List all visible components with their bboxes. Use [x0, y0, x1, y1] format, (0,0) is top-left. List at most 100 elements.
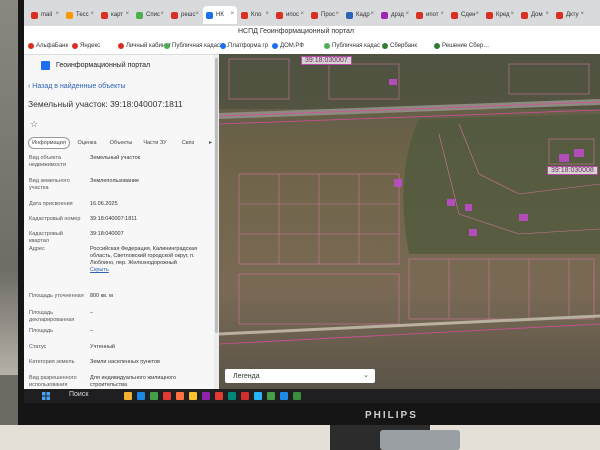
address-text[interactable]: НСПД Геоинформационный портал	[238, 28, 354, 35]
browser-tab[interactable]: mail ×	[28, 6, 62, 24]
taskbar-app-icon[interactable]	[293, 392, 301, 400]
tab-label[interactable]: Спис	[146, 12, 160, 18]
bookmark-label[interactable]: АльфаБанк	[36, 43, 68, 49]
tab-label[interactable]: Прос	[321, 12, 335, 18]
taskbar-app-icon[interactable]	[176, 392, 184, 400]
bookmark-item[interactable]: Публичная кадас	[324, 43, 380, 49]
bookmark-label[interactable]: Платформа гр	[228, 43, 268, 49]
close-icon[interactable]: ×	[300, 11, 304, 17]
browser-tab[interactable]: Тесс ×	[63, 6, 97, 24]
address-bar[interactable]: НСПД Геоинформационный портал	[24, 26, 600, 40]
bookmark-item[interactable]: Платформа гр	[220, 43, 268, 49]
taskbar-app-icon[interactable]	[215, 392, 223, 400]
browser-tab[interactable]: Кло ×	[238, 6, 272, 24]
tabs-more-icon[interactable]: ▸	[209, 139, 212, 146]
panel-tab[interactable]: Оценка	[72, 137, 102, 149]
tab-label[interactable]: Тесс	[76, 12, 89, 18]
panel-tab[interactable]: Связ	[174, 137, 202, 149]
bookmark-item[interactable]: Сбербанк	[382, 43, 417, 49]
tab-label[interactable]: Кред	[496, 12, 510, 18]
browser-tab[interactable]: ипос ×	[273, 6, 307, 24]
taskbar-app-icon[interactable]	[163, 392, 171, 400]
satellite-map[interactable]	[219, 54, 600, 389]
bookmark-label[interactable]: Публичная кадас	[332, 43, 380, 49]
chevron-down-icon[interactable]: ⌄	[363, 371, 369, 379]
close-icon[interactable]: ×	[55, 11, 59, 17]
tab-label[interactable]: ипос	[286, 12, 299, 18]
legend-dropdown[interactable]: Легенда ⌄	[225, 369, 375, 383]
taskbar-app-icon[interactable]	[254, 392, 262, 400]
browser-tab[interactable]: Прос ×	[308, 6, 342, 24]
taskbar-search[interactable]: Поиск	[69, 391, 88, 398]
tab-label[interactable]: Дкту	[566, 12, 579, 18]
tab-label[interactable]: карт	[111, 12, 123, 18]
close-icon[interactable]: ×	[440, 11, 444, 17]
collapse-link[interactable]: Скрыть	[90, 267, 109, 273]
bookmark-item[interactable]: Решение Сбер…	[434, 43, 489, 49]
bookmark-item[interactable]: АльфаБанк	[28, 43, 68, 49]
browser-tab[interactable]: решс ×	[168, 6, 202, 24]
browser-tab[interactable]: Кред ×	[483, 6, 517, 24]
browser-tab[interactable]: карт ×	[98, 6, 132, 24]
bookmark-item[interactable]: Яндекс	[72, 43, 100, 49]
favorite-star-icon[interactable]: ☆	[30, 119, 38, 130]
close-icon[interactable]: ×	[405, 11, 409, 17]
close-icon[interactable]: ×	[545, 11, 549, 17]
browser-tab[interactable]: Дкту ×	[553, 6, 587, 24]
close-icon[interactable]: ×	[475, 11, 479, 17]
bookmark-label[interactable]: ДОМ.РФ	[280, 43, 304, 49]
tab-label[interactable]: mail	[41, 12, 52, 18]
portal-title: Геоинформационный портал	[56, 61, 151, 69]
close-icon[interactable]: ×	[160, 11, 164, 17]
tab-label[interactable]: Сден	[461, 12, 475, 18]
tab-label[interactable]: дрзд	[391, 12, 404, 18]
scrollbar-thumb[interactable]	[215, 58, 218, 333]
close-icon[interactable]: ×	[580, 11, 584, 17]
bookmark-item[interactable]: ДОМ.РФ	[272, 43, 304, 49]
panel-tab[interactable]: Информация	[28, 137, 70, 149]
taskbar-app-icon[interactable]	[137, 392, 145, 400]
browser-tab[interactable]: Кадр ×	[343, 6, 377, 24]
back-link-label[interactable]: Назад в найденные объекты	[32, 83, 125, 90]
tab-label[interactable]: ипот	[426, 12, 439, 18]
browser-tab[interactable]: Сден ×	[448, 6, 482, 24]
taskbar-app-icon[interactable]	[189, 392, 197, 400]
panel-tab[interactable]: Объекты	[106, 137, 136, 149]
close-icon[interactable]: ×	[265, 11, 269, 17]
panel-tab[interactable]: Части ЗУ	[138, 137, 172, 149]
browser-tab[interactable]: НК ×	[203, 6, 237, 24]
browser-tab[interactable]: дрзд ×	[378, 6, 412, 24]
browser-tab[interactable]: ипот ×	[413, 6, 447, 24]
taskbar-app-icon[interactable]	[150, 392, 158, 400]
taskbar-app-icon[interactable]	[124, 392, 132, 400]
tab-label[interactable]: Кло	[251, 12, 261, 18]
back-link[interactable]: ‹ Назад в найденные объекты	[28, 83, 126, 90]
taskbar-app-icon[interactable]	[228, 392, 236, 400]
bookmark-label[interactable]: Яндекс	[80, 43, 100, 49]
tab-label[interactable]: решс	[181, 12, 196, 18]
tab-label[interactable]: НК	[216, 12, 224, 18]
close-icon[interactable]: ×	[90, 11, 94, 17]
legend-label[interactable]: Легенда	[233, 373, 260, 380]
close-icon[interactable]: ×	[125, 11, 129, 17]
bookmark-label[interactable]: Решение Сбер…	[442, 43, 489, 49]
field-key: Кадастровый номер	[29, 216, 81, 222]
close-icon[interactable]: ×	[510, 11, 514, 17]
taskbar-app-icon[interactable]	[267, 392, 275, 400]
field-key: Категория земель	[29, 359, 75, 365]
taskbar-app-icon[interactable]	[241, 392, 249, 400]
taskbar-app-icon[interactable]	[202, 392, 210, 400]
close-icon[interactable]: ×	[230, 11, 234, 17]
bookmark-label[interactable]: Сбербанк	[390, 43, 417, 49]
map-view[interactable]: 39:18:030007 39:18:030008 Легенда ⌄	[219, 54, 600, 389]
windows-start-icon[interactable]	[42, 392, 50, 400]
browser-tab[interactable]: Дом ×	[518, 6, 552, 24]
close-icon[interactable]: ×	[335, 11, 339, 17]
tab-label[interactable]: Дом	[531, 12, 543, 18]
browser-tab[interactable]: Спис ×	[133, 6, 167, 24]
tab-label[interactable]: Кадр	[356, 12, 370, 18]
close-icon[interactable]: ×	[195, 11, 199, 17]
close-icon[interactable]: ×	[370, 11, 374, 17]
taskbar-app-icon[interactable]	[280, 392, 288, 400]
tab-favicon-icon	[241, 11, 248, 19]
